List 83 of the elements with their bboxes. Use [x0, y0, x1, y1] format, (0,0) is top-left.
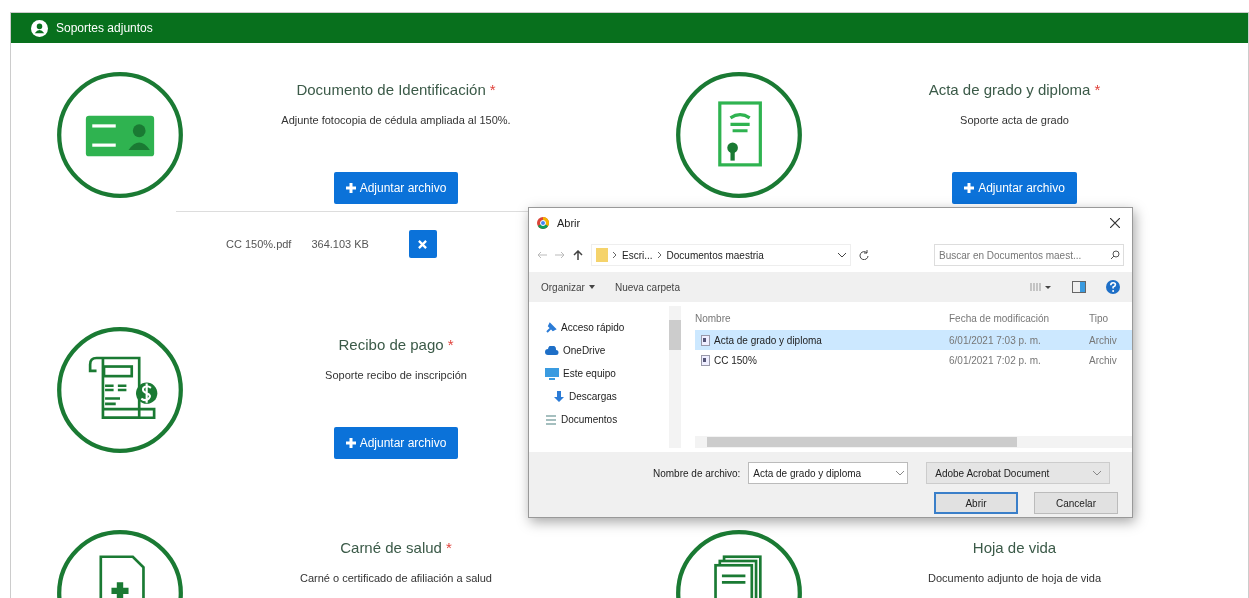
item-title: Recibo de pago — [338, 336, 444, 353]
item-description: Documento adjunto de hoja de vida — [927, 570, 1102, 586]
search-icon — [1110, 250, 1120, 260]
preview-pane-icon — [1072, 281, 1086, 293]
item-description: Soporte acta de grado — [960, 112, 1069, 128]
close-icon — [418, 239, 428, 249]
id-card-icon — [56, 71, 184, 199]
filetype-select[interactable]: Adobe Acrobat Document — [926, 462, 1111, 484]
toolbar-button[interactable]: Nueva carpeta — [614, 279, 680, 295]
close-icon — [1110, 218, 1120, 228]
receipt-icon — [56, 326, 184, 454]
dropdown-icon — [1093, 470, 1102, 476]
diploma-icon — [674, 71, 803, 199]
breadcrumb-item[interactable]: Documentos maestria — [666, 247, 764, 263]
item-title: Acta de grado y diploma — [928, 81, 1091, 98]
nav-item[interactable]: Acceso rápido — [545, 320, 669, 335]
chevron-icon — [612, 252, 618, 258]
attach-button[interactable]: Adjuntar archivo — [333, 172, 459, 204]
file-name: Acta de grado y diploma — [714, 333, 822, 348]
nav-item[interactable]: Documentos — [545, 412, 669, 427]
file-type: Archiv — [1089, 333, 1117, 348]
file-name: CC 150% — [714, 353, 757, 368]
required-mark: * — [489, 81, 496, 98]
filename-field[interactable]: Acta de grado y diploma — [748, 462, 909, 484]
file-row[interactable]: CC 150% 6/01/2021 7:02 p. m. Archiv — [695, 350, 1132, 370]
column-header[interactable]: Nombre — [695, 311, 949, 326]
view-options-icon — [1030, 282, 1052, 292]
file-size: 364.103 KB — [311, 236, 369, 252]
item-title: Hoja de vida — [972, 539, 1057, 556]
nav-item[interactable]: Descargas — [545, 389, 669, 404]
caret-icon — [588, 285, 595, 289]
dropdown-icon — [896, 471, 905, 476]
up-icon — [573, 250, 583, 260]
download-icon — [553, 390, 565, 403]
refresh-icon — [859, 250, 869, 260]
remove-file-button[interactable] — [408, 230, 437, 258]
dialog-button[interactable]: Abrir — [934, 492, 1018, 514]
file-row[interactable]: Acta de grado y diploma 6/01/2021 7:03 p. m. Archiv — [695, 330, 1132, 350]
filename-label: Nombre de archivo: — [653, 466, 741, 481]
dialog-title: Abrir — [557, 215, 581, 231]
item-description: Soporte recibo de inscripción — [325, 367, 467, 383]
address-bar[interactable]: Escri... Documentos maestria — [591, 244, 851, 266]
column-header[interactable]: Tipo — [1089, 311, 1109, 326]
file-type: Archiv — [1089, 353, 1117, 368]
item-title: Documento de Identificación — [296, 81, 486, 98]
file-name: CC 150%.pdf — [226, 236, 292, 252]
document-icon — [545, 413, 557, 426]
required-mark: * — [447, 336, 454, 353]
nav-item[interactable]: Este equipo — [545, 366, 669, 381]
attach-button[interactable]: Adjuntar archivo — [333, 427, 459, 459]
column-header[interactable]: Fecha de modificación — [949, 311, 1089, 326]
horizontal-scrollbar[interactable] — [695, 436, 1132, 448]
pdf-file-icon — [701, 354, 710, 366]
breadcrumb-item[interactable]: Escri... — [622, 247, 653, 263]
back-icon — [537, 251, 547, 259]
cloud-icon — [545, 345, 559, 356]
required-mark: * — [445, 539, 452, 556]
plus-icon — [345, 438, 356, 448]
help-icon — [1106, 280, 1120, 294]
toolbar-button[interactable]: Organizar — [541, 279, 595, 295]
file-date: 6/01/2021 7:03 p. m. — [949, 333, 1042, 348]
chevron-icon — [656, 252, 663, 258]
folder-icon — [596, 248, 608, 262]
search-field[interactable]: Buscar en Documentos maest... — [934, 244, 1124, 266]
user-icon — [31, 19, 48, 37]
browser-logo-icon — [537, 217, 549, 229]
nav-scrollbar[interactable] — [669, 306, 681, 448]
plus-icon — [345, 183, 356, 193]
item-title: Carné de salud — [340, 539, 442, 556]
nav-item[interactable]: OneDrive — [545, 343, 669, 358]
pdf-file-icon — [701, 334, 710, 346]
dialog-button[interactable]: Cancelar — [1034, 492, 1118, 514]
attach-button[interactable]: Adjuntar archivo — [952, 172, 1077, 204]
item-description: Adjunte fotocopia de cédula ampliada al 150%. — [281, 112, 511, 128]
required-mark: * — [1094, 81, 1101, 98]
monitor-icon — [545, 367, 559, 380]
item-description: Carné o certificado de afiliación a salud — [300, 570, 492, 586]
forward-icon — [555, 251, 565, 259]
file-date: 6/01/2021 7:02 p. m. — [949, 353, 1042, 368]
section-title: Soportes adjuntos — [56, 20, 153, 37]
plus-icon — [964, 183, 975, 193]
dropdown-icon — [838, 252, 846, 258]
pin-icon — [545, 321, 557, 334]
